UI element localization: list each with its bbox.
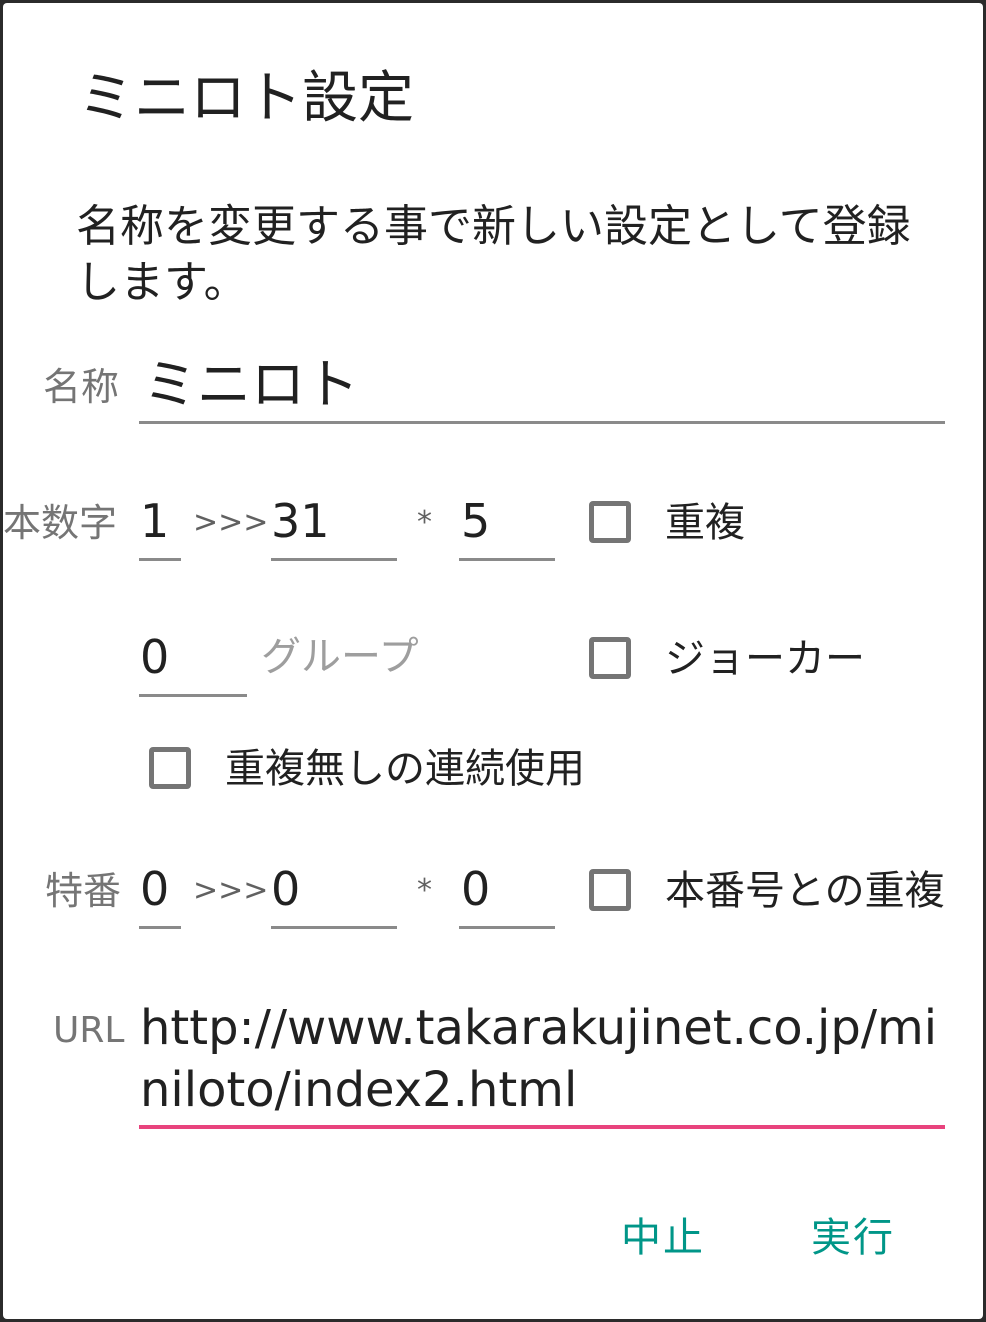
- main-times-symbol: *: [417, 505, 432, 540]
- special-numbers-label: 特番: [45, 869, 122, 913]
- name-input[interactable]: ミニロト: [143, 353, 359, 417]
- special-duplicate-label: 本番号との重複: [665, 868, 945, 914]
- main-range-arrow: >>>: [193, 505, 269, 540]
- main-to-underline: [271, 558, 397, 561]
- special-from-input[interactable]: 0: [140, 861, 169, 917]
- main-duplicate-label: 重複: [665, 500, 745, 546]
- special-range-arrow: >>>: [193, 873, 269, 908]
- group-input[interactable]: 0: [140, 629, 169, 685]
- special-from-underline: [139, 926, 181, 929]
- special-times-symbol: *: [417, 873, 432, 908]
- special-count-input[interactable]: 0: [461, 861, 490, 917]
- name-label: 名称: [43, 365, 120, 409]
- consecutive-checkbox[interactable]: [149, 747, 191, 789]
- url-label: URL: [53, 1010, 125, 1051]
- dialog-message: 名称を変更する事で新しい設定として登録します。: [76, 201, 911, 308]
- name-input-underline: [139, 421, 945, 424]
- group-underline: [139, 694, 247, 697]
- special-count-underline: [459, 926, 555, 929]
- main-count-input[interactable]: 5: [461, 493, 490, 549]
- main-duplicate-checkbox[interactable]: [589, 501, 631, 543]
- execute-button[interactable]: 実行: [811, 1213, 895, 1263]
- cancel-button[interactable]: 中止: [621, 1213, 705, 1263]
- url-input-underline: [139, 1125, 945, 1129]
- special-duplicate-checkbox[interactable]: [589, 869, 631, 911]
- main-to-input[interactable]: 31: [271, 493, 330, 549]
- main-from-input[interactable]: 1: [140, 493, 169, 549]
- main-count-underline: [459, 558, 555, 561]
- main-numbers-label: 本数字: [3, 501, 118, 545]
- group-label: グループ: [261, 634, 419, 680]
- main-from-underline: [139, 558, 181, 561]
- joker-checkbox[interactable]: [589, 637, 631, 679]
- dialog-title: ミニロト設定: [78, 66, 414, 131]
- consecutive-label: 重複無しの連続使用: [225, 746, 585, 792]
- url-input[interactable]: http://www.takarakujinet.co.jp/miniloto/…: [140, 997, 940, 1121]
- joker-label: ジョーカー: [665, 636, 865, 682]
- special-to-input[interactable]: 0: [271, 861, 300, 917]
- special-to-underline: [271, 926, 397, 929]
- settings-dialog: ミニロト設定 名称を変更する事で新しい設定として登録します。 名称 ミニロト 本…: [3, 3, 983, 1319]
